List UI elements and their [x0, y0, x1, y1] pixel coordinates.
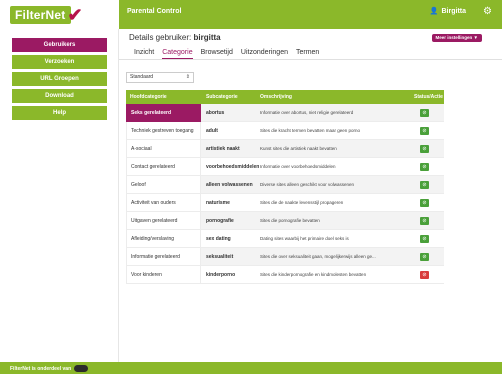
sidebar-nav: Gebruikers Verzoeken URL Groepen Download He… [12, 38, 107, 123]
allowed-status-button[interactable]: ⊘ [420, 253, 429, 261]
blocked-status-button[interactable]: ⊘ [420, 271, 429, 279]
gear-icon[interactable]: ⚙ [483, 6, 492, 17]
category-item[interactable]: Geloof [126, 176, 201, 194]
subcategory-description: Sites die pornografie bevatten [260, 218, 320, 223]
table-row: adult Sites die kracht termen bevatten ma… [201, 122, 444, 140]
top-bar: FilterNet ✔ Parental Control 👤 Birgitta … [0, 0, 502, 29]
tab-bar: Inzicht Categorie Browsetijd Uitzonderingen… [134, 49, 319, 59]
subcategory-description: Sites die kinderpornografie en kindmoles… [260, 272, 367, 277]
tab-inzicht[interactable]: Inzicht [134, 49, 154, 59]
sidebar-item-url-groepen[interactable]: URL Groepen [12, 72, 107, 86]
subcategory-name: artistiek naakt [206, 146, 240, 152]
allowed-status-button[interactable]: ⊘ [420, 145, 429, 153]
user-menu[interactable]: 👤 Birgitta [429, 7, 467, 16]
user-icon: 👤 [429, 8, 439, 15]
sidebar-item-verzoeken[interactable]: Verzoeken [12, 55, 107, 69]
more-settings-button[interactable]: Meer instellingen ▼ [431, 34, 482, 42]
table-row: pornografie Sites die pornografie bevatte… [201, 212, 444, 230]
subcategory-name: pornografie [206, 218, 234, 224]
table-row: abortus Informatie over abortus, niet rel… [201, 104, 444, 122]
tab-uitzonderingen[interactable]: Uitzonderingen [241, 49, 288, 59]
table-row: alleen volwassenen Diverse sites alleen g… [201, 176, 444, 194]
subcategory-description: Kunst sites die artistiek naakt bevatten [260, 146, 337, 151]
category-item[interactable]: Informatie gerelateerd [126, 248, 201, 266]
table-row: kinderporno Sites die kinderpornografie e… [201, 266, 444, 284]
subcategory-description: Informatie over voorbehoedsmiddelen [260, 164, 336, 169]
table-row: seksualiteit Sites die over seksualiteit … [201, 248, 444, 266]
table-row: naturisme Sites die de naakte levensstijl… [201, 194, 444, 212]
details-prefix: Details gebruiker: [129, 33, 194, 42]
subcategory-description: Sites die kracht termen bevatten maar ge… [260, 128, 361, 133]
subcategory-description: Informatie over abortus, niet religie ge… [260, 110, 354, 115]
table-row: sex dating Dating sites waarbij het prima… [201, 230, 444, 248]
category-item[interactable]: Contact gerelateerd [126, 158, 201, 176]
filternet-logo[interactable]: FilterNet ✔ [10, 5, 83, 24]
profile-select-value: Standaard [130, 74, 154, 80]
partner-logo-icon[interactable] [74, 365, 89, 372]
app-window: FilterNet ✔ Parental Control 👤 Birgitta … [0, 0, 502, 374]
table-header: Hoofdcategorie Subcategorie Omschrijving… [126, 90, 444, 104]
allowed-status-button[interactable]: ⊘ [420, 217, 429, 225]
allowed-status-button[interactable]: ⊘ [420, 181, 429, 189]
subcategory-description: Sites die de naakte levensstijl propager… [260, 200, 344, 205]
table-row: voorbehoedsmiddelen Informatie over voorb… [201, 158, 444, 176]
sidebar-item-gebruikers[interactable]: Gebruikers [12, 38, 107, 52]
header-main-category: Hoofdcategorie [130, 94, 167, 100]
subcategory-name: alleen volwassenen [206, 182, 253, 188]
header-description: Omschrijving [260, 94, 292, 100]
category-item[interactable]: A-sociaal [126, 140, 201, 158]
category-item[interactable]: Activiteit van ouders [126, 194, 201, 212]
allowed-status-button[interactable]: ⊘ [420, 235, 429, 243]
allowed-status-button[interactable]: ⊘ [420, 127, 429, 135]
subcategory-description: Dating sites waarbij het primaire doel s… [260, 236, 349, 241]
sidebar-item-help[interactable]: Help [12, 106, 107, 120]
subcategory-name: abortus [206, 110, 225, 116]
allowed-status-button[interactable]: ⊘ [420, 199, 429, 207]
tab-browsetijd[interactable]: Browsetijd [201, 49, 233, 59]
main-category-list: Seks gerelateerd Techniek gestreven toega… [126, 104, 201, 284]
category-item[interactable]: Afleiding/verslaving [126, 230, 201, 248]
footer: FilterNet is onderdeel van [0, 362, 502, 374]
category-item[interactable]: Seks gerelateerd [126, 104, 201, 122]
main-content: Details gebruiker: birgitta Meer instell… [119, 29, 502, 362]
logo-area: FilterNet ✔ [0, 0, 119, 29]
category-item[interactable]: Uitgaven gerelateerd [126, 212, 201, 230]
allowed-status-button[interactable]: ⊘ [420, 109, 429, 117]
subcategory-name: sex dating [206, 236, 231, 242]
profile-select[interactable]: Standaard ⇕ [126, 72, 194, 83]
subcategory-description: Diverse sites alleen geschikt voor volwa… [260, 182, 355, 187]
subcategory-name: seksualiteit [206, 254, 234, 260]
category-item[interactable]: Voor kinderen [126, 266, 201, 284]
page-title: Details gebruiker: birgitta [129, 33, 221, 42]
subcategory-name: kinderporno [206, 272, 236, 278]
header-bar: Parental Control 👤 Birgitta ⚙ [119, 0, 502, 29]
tab-divider [119, 59, 502, 60]
logo-text: FilterNet [10, 5, 72, 24]
subcategory-table: abortus Informatie over abortus, niet rel… [201, 104, 444, 284]
sidebar: Gebruikers Verzoeken URL Groepen Download He… [0, 29, 119, 362]
footer-label: FilterNet is onderdeel van [10, 365, 72, 372]
tab-termen[interactable]: Termen [296, 49, 319, 59]
header-subcategory: Subcategorie [206, 94, 238, 100]
user-name: Birgitta [441, 7, 467, 15]
subcategory-description: Sites die over seksualiteit gaan, mogeli… [260, 254, 376, 259]
app-title: Parental Control [127, 8, 182, 15]
subcategory-name: naturisme [206, 200, 230, 206]
footer-text: FilterNet is onderdeel van [10, 365, 89, 372]
category-item[interactable]: Techniek gestreven toegang [126, 122, 201, 140]
allowed-status-button[interactable]: ⊘ [420, 163, 429, 171]
table-row: artistiek naakt Kunst sites die artistiek… [201, 140, 444, 158]
subcategory-name: voorbehoedsmiddelen [206, 164, 260, 170]
chevron-updown-icon: ⇕ [185, 74, 190, 80]
tab-categorie[interactable]: Categorie [162, 49, 193, 59]
sidebar-item-download[interactable]: Download [12, 89, 107, 103]
header-status: Status/Actie [414, 94, 443, 100]
details-user: birgitta [193, 33, 221, 42]
subcategory-name: adult [206, 128, 218, 134]
checkmark-icon: ✔ [67, 4, 83, 25]
